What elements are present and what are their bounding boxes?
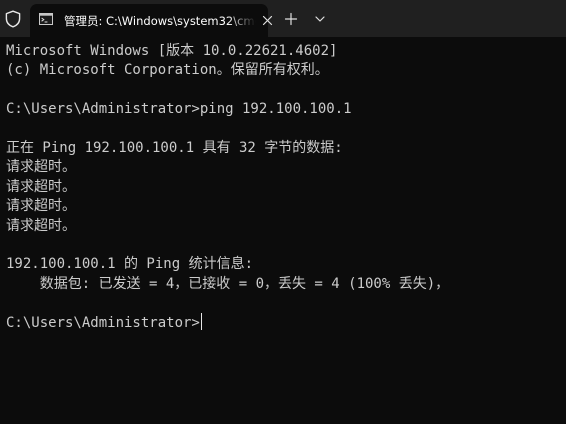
console-line: 请求超时。 — [6, 198, 76, 215]
console-line: 请求超时。 — [6, 159, 76, 176]
command-prompt-icon — [39, 13, 53, 25]
tab-cmd[interactable]: 管理员: C:\Windows\system32\cmd.exe — [30, 4, 273, 37]
console-line: C:\Users\Administrator>ping 192.100.100.… — [6, 101, 352, 118]
plus-icon — [284, 12, 298, 26]
text-cursor — [200, 313, 203, 331]
console-line: 请求超时。 — [6, 217, 76, 234]
prompt-line[interactable]: C:\Users\Administrator> — [6, 313, 562, 332]
tab-bar: 管理员: C:\Windows\system32\cmd.exe — [0, 0, 566, 37]
tab-title: 管理员: C:\Windows\system32\cmd.exe — [64, 14, 256, 28]
console-line: Microsoft Windows [版本 10.0.22621.4602] — [6, 43, 338, 59]
console-line: 192.100.100.1 的 Ping 统计信息: — [6, 256, 254, 273]
shield-icon — [5, 10, 21, 28]
terminal-window: 管理员: C:\Windows\system32\cmd.exe Microso… — [0, 0, 566, 424]
tab-dropdown-button[interactable] — [309, 10, 331, 28]
new-tab-button[interactable] — [280, 10, 302, 28]
console-line: 请求超时。 — [6, 178, 76, 195]
console-output[interactable]: Microsoft Windows [版本 10.0.22621.4602] (… — [6, 42, 562, 422]
console-line: (c) Microsoft Corporation。保留所有权利。 — [6, 62, 329, 79]
close-icon[interactable] — [261, 14, 274, 27]
prompt-text: C:\Users\Administrator> — [6, 315, 200, 332]
chevron-down-icon — [315, 16, 325, 22]
console-line: 正在 Ping 192.100.100.1 具有 32 字节的数据: — [6, 139, 343, 156]
console-line: 数据包: 已发送 = 4，已接收 = 0，丢失 = 4 (100% 丢失)， — [6, 275, 450, 292]
